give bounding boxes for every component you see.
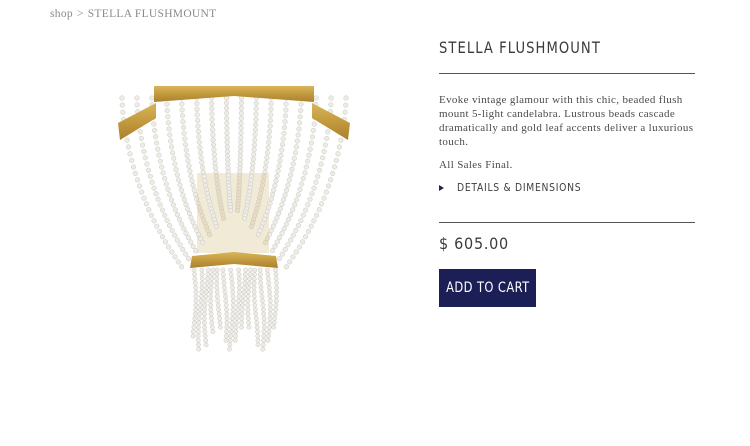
product-image[interactable]: [112, 78, 357, 363]
details-dimensions-toggle[interactable]: DETAILS & DIMENSIONS: [439, 182, 598, 194]
title-divider: [439, 73, 695, 74]
beaded-chandelier-image: [118, 86, 350, 352]
sales-note: All Sales Final.: [439, 159, 513, 171]
product-price: $ 605.00: [439, 234, 509, 253]
product-title: STELLA FLUSHMOUNT: [439, 38, 601, 57]
breadcrumb: shop > STELLA FLUSHMOUNT: [50, 8, 216, 20]
product-description: Evoke vintage glamour with this chic, be…: [439, 94, 694, 148]
breadcrumb-current: STELLA FLUSHMOUNT: [87, 8, 217, 20]
breadcrumb-shop-link[interactable]: shop: [50, 8, 73, 20]
price-divider: [439, 222, 695, 223]
caret-right-icon: [439, 185, 444, 191]
product-info: STELLA FLUSHMOUNT Evoke vintage glamour …: [439, 38, 695, 307]
add-to-cart-label: ADD TO CART: [445, 280, 530, 296]
lower-gold-band: [190, 252, 278, 268]
canopy-left: [154, 86, 234, 102]
add-to-cart-button[interactable]: ADD TO CART: [439, 269, 536, 307]
canopy-right: [234, 86, 314, 102]
breadcrumb-separator: >: [76, 8, 84, 20]
canopy-right-wing: [312, 103, 350, 140]
details-dimensions-label: DETAILS & DIMENSIONS: [457, 182, 582, 194]
canopy-left-wing: [118, 103, 156, 140]
